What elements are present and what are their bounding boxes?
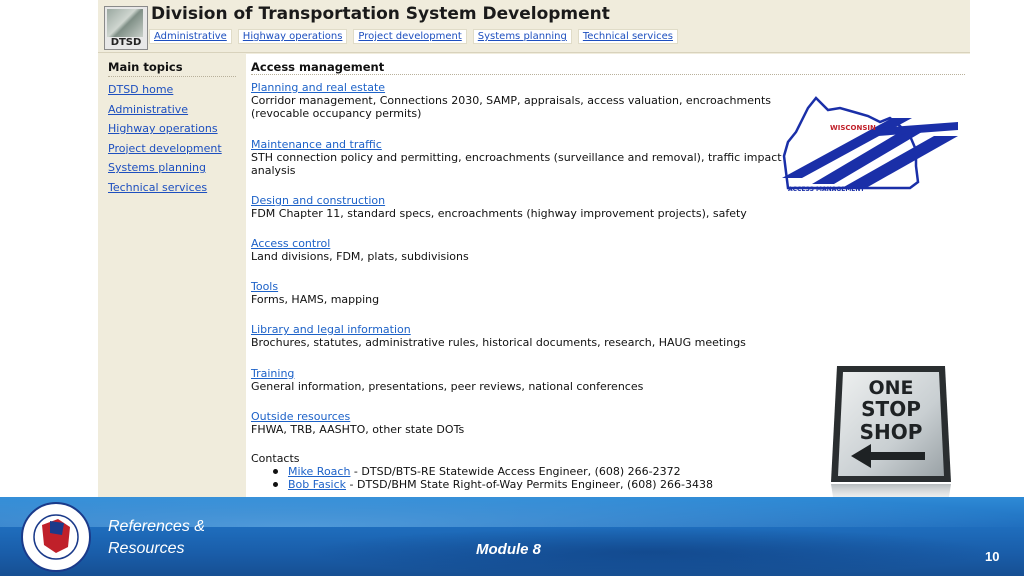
contact-detail: - DTSD/BTS-RE Statewide Access Engineer,… bbox=[350, 465, 681, 478]
section-outside-resources: Outside resources FHWA, TRB, AASHTO, oth… bbox=[251, 410, 811, 436]
contacts: Contacts Mike Roach - DTSD/BTS-RE Statew… bbox=[251, 452, 811, 491]
section-link-access-control[interactable]: Access control bbox=[251, 237, 811, 250]
footer-title-line-2: Resources bbox=[108, 540, 185, 557]
section-library: Library and legal information Brochures,… bbox=[251, 323, 851, 349]
top-nav: Administrative Highway operations Projec… bbox=[149, 29, 678, 44]
logo-text: DTSD bbox=[110, 37, 142, 48]
section-link-library[interactable]: Library and legal information bbox=[251, 323, 851, 336]
sidebar-link-systems-planning[interactable]: Systems planning bbox=[108, 161, 222, 181]
road-logo-icon bbox=[107, 9, 143, 37]
top-nav-project-development[interactable]: Project development bbox=[353, 29, 467, 44]
top-nav-systems-planning[interactable]: Systems planning bbox=[472, 29, 572, 44]
section-link-maintenance[interactable]: Maintenance and traffic bbox=[251, 138, 811, 151]
sign-line-2: STOP bbox=[861, 397, 921, 421]
section-link-outside-resources[interactable]: Outside resources bbox=[251, 410, 811, 423]
page-number: 10 bbox=[985, 549, 1000, 564]
section-design: Design and construction FDM Chapter 11, … bbox=[251, 194, 851, 220]
sidebar-link-technical-services[interactable]: Technical services bbox=[108, 181, 222, 201]
sidebar-divider bbox=[108, 76, 236, 77]
logo-bottom-text: ACCESS MANAGEMENT bbox=[788, 186, 865, 193]
dtsd-logo[interactable]: DTSD bbox=[104, 6, 148, 50]
sidebar: Main topics DTSD home Administrative Hig… bbox=[102, 54, 242, 498]
top-nav-highway-operations[interactable]: Highway operations bbox=[237, 29, 348, 44]
main-title: Access management bbox=[251, 60, 385, 74]
bullet-icon bbox=[273, 469, 278, 474]
top-nav-administrative[interactable]: Administrative bbox=[149, 29, 232, 44]
sidebar-link-project-development[interactable]: Project development bbox=[108, 142, 222, 162]
logo-top-text: WISCONSIN bbox=[830, 124, 876, 132]
wisconsin-access-management-logo: WISCONSIN ACCESS MANAGEMENT bbox=[782, 96, 958, 193]
sidebar-link-dtsd-home[interactable]: DTSD home bbox=[108, 83, 222, 103]
wisdot-seal-logo bbox=[21, 502, 91, 572]
footer-title-line-1: References & bbox=[108, 518, 205, 535]
section-training: Training General information, presentati… bbox=[251, 367, 811, 393]
section-tools: Tools Forms, HAMS, mapping bbox=[251, 280, 811, 306]
bullet-icon bbox=[273, 482, 278, 487]
section-desc-library: Brochures, statutes, administrative rule… bbox=[251, 336, 746, 349]
footer-title: References & Resources bbox=[108, 516, 205, 560]
section-desc-maintenance: STH connection policy and permitting, en… bbox=[251, 151, 782, 177]
slide-footer: References & Resources Module 8 10 bbox=[0, 497, 1024, 576]
sidebar-link-administrative[interactable]: Administrative bbox=[108, 103, 222, 123]
top-nav-technical-services[interactable]: Technical services bbox=[577, 29, 678, 44]
one-stop-shop-sign: ONE STOP SHOP bbox=[831, 366, 951, 510]
section-desc-outside-resources: FHWA, TRB, AASHTO, other state DOTs bbox=[251, 423, 465, 436]
section-desc-access-control: Land divisions, FDM, plats, subdivisions bbox=[251, 250, 469, 263]
sidebar-links: DTSD home Administrative Highway operati… bbox=[108, 83, 222, 200]
site-header: DTSD Division of Transportation System D… bbox=[98, 0, 970, 53]
section-desc-tools: Forms, HAMS, mapping bbox=[251, 293, 380, 306]
contact-item: Bob Fasick - DTSD/BHM State Right-of-Way… bbox=[251, 478, 811, 491]
section-maintenance: Maintenance and traffic STH connection p… bbox=[251, 138, 811, 177]
section-access-control: Access control Land divisions, FDM, plat… bbox=[251, 237, 811, 263]
section-link-tools[interactable]: Tools bbox=[251, 280, 811, 293]
main-divider bbox=[251, 74, 965, 75]
section-link-training[interactable]: Training bbox=[251, 367, 811, 380]
sign-line-3: SHOP bbox=[860, 420, 923, 444]
section-desc-planning: Corridor management, Connections 2030, S… bbox=[251, 94, 771, 120]
module-label: Module 8 bbox=[476, 541, 542, 558]
section-desc-design: FDM Chapter 11, standard specs, encroach… bbox=[251, 207, 747, 220]
section-link-design[interactable]: Design and construction bbox=[251, 194, 851, 207]
contact-name-link[interactable]: Mike Roach bbox=[288, 465, 350, 478]
site-title: Division of Transportation System Develo… bbox=[151, 4, 610, 24]
sidebar-title: Main topics bbox=[108, 60, 183, 74]
contact-detail: - DTSD/BHM State Right-of-Way Permits En… bbox=[346, 478, 714, 491]
section-planning: Planning and real estate Corridor manage… bbox=[251, 81, 811, 120]
section-link-planning[interactable]: Planning and real estate bbox=[251, 81, 811, 94]
sign-line-1: ONE bbox=[868, 377, 913, 399]
contacts-label: Contacts bbox=[251, 452, 300, 465]
contact-item: Mike Roach - DTSD/BTS-RE Statewide Acces… bbox=[251, 465, 811, 478]
contact-name-link[interactable]: Bob Fasick bbox=[288, 478, 346, 491]
section-desc-training: General information, presentations, peer… bbox=[251, 380, 644, 393]
sidebar-link-highway-operations[interactable]: Highway operations bbox=[108, 122, 222, 142]
